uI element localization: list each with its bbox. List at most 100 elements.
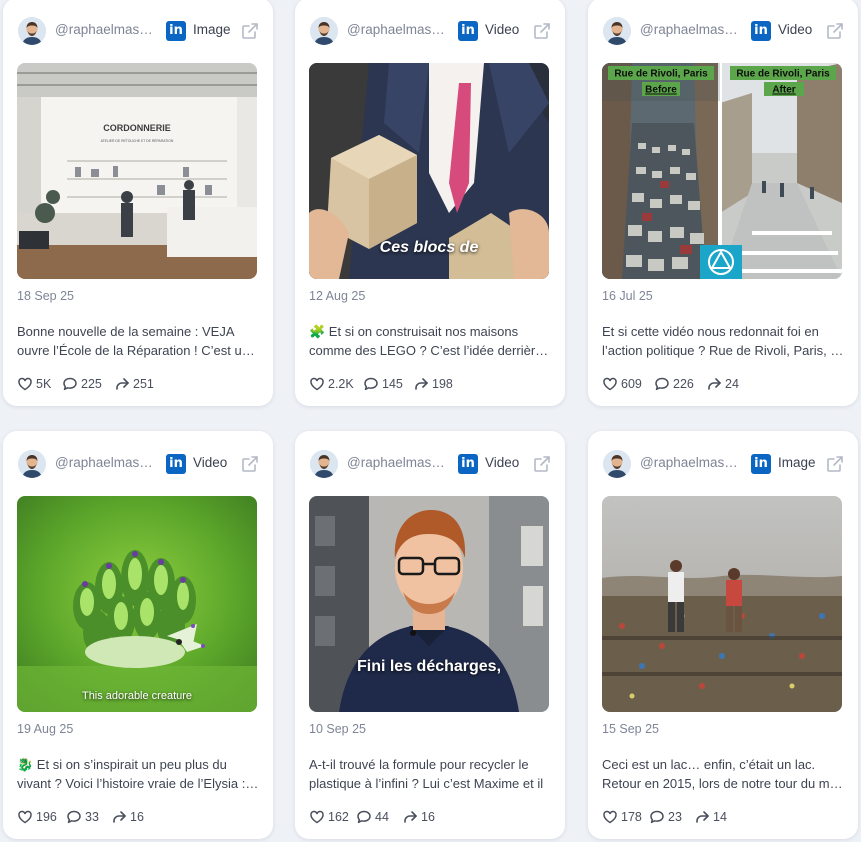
external-link-icon[interactable] bbox=[825, 454, 845, 474]
avatar[interactable] bbox=[603, 17, 631, 45]
post-text-line: Ceci est un lac… enfin, c’était un lac. bbox=[602, 757, 816, 772]
author-handle[interactable]: @raphaelmassardier bbox=[55, 455, 159, 470]
comment-icon bbox=[67, 810, 81, 824]
avatar[interactable] bbox=[310, 17, 338, 45]
external-link-icon[interactable] bbox=[532, 454, 552, 474]
post-text[interactable]: 🐉 Et si on s’inspirait un peu plus du vi… bbox=[17, 755, 259, 793]
likes-count: 2.2K bbox=[328, 377, 354, 391]
share-icon bbox=[415, 378, 428, 390]
post-date: 10 Sep 25 bbox=[309, 722, 366, 736]
shop-subsign: ATELIER DE RETOUCHE ET DE RÉPARATION bbox=[101, 138, 174, 143]
linkedin-icon: in bbox=[751, 21, 771, 41]
comment-icon bbox=[357, 810, 371, 824]
post-header: @raphaelmassardier in Video bbox=[603, 16, 845, 46]
after-tag: After bbox=[772, 85, 795, 96]
avatar[interactable] bbox=[18, 450, 46, 478]
post-text-line: Et si cette vidéo nous redonnait foi en bbox=[602, 324, 819, 339]
post-text[interactable]: 🧩 Et si on construisait nos maisons comm… bbox=[309, 322, 551, 360]
post-text-line: A-t-il trouvé la formule pour recycler l… bbox=[309, 757, 529, 772]
post-media[interactable]: Rue de Rivoli, Paris Before Rue de Rivol… bbox=[602, 63, 842, 279]
post-date: 12 Aug 25 bbox=[309, 289, 366, 303]
post-header: @raphaelmassardier in Video bbox=[310, 16, 552, 46]
post-type: Video bbox=[485, 22, 520, 37]
post-header: @raphaelmassardier in Video bbox=[310, 449, 552, 479]
video-caption: Ces blocs de bbox=[379, 239, 479, 256]
linkedin-icon: in bbox=[458, 21, 478, 41]
post-type: Image bbox=[778, 455, 816, 470]
post-text[interactable]: Bonne nouvelle de la semaine : VEJA ouvr… bbox=[17, 322, 259, 360]
shares-count: 16 bbox=[130, 810, 144, 824]
post-media[interactable]: CORDONNERIE ATELIER DE RETOUCHE ET DE RÉ… bbox=[17, 63, 257, 279]
post-card[interactable]: @raphaelmassardier in Image bbox=[3, 0, 273, 406]
posts-grid: @raphaelmassardier in Image bbox=[0, 0, 861, 842]
likes-count: 178 bbox=[621, 810, 642, 824]
likes-count: 609 bbox=[621, 377, 642, 391]
post-header: @raphaelmassardier in Image bbox=[18, 16, 260, 46]
author-handle[interactable]: @raphaelmassardier bbox=[640, 22, 744, 37]
shares-count: 16 bbox=[421, 810, 435, 824]
comments-count: 23 bbox=[668, 810, 682, 824]
post-text-line: comme des LEGO ? C’est l’idée derrière l… bbox=[309, 343, 551, 358]
avatar[interactable] bbox=[18, 17, 46, 45]
comment-icon bbox=[63, 377, 77, 391]
post-media[interactable]: Ces blocs de bbox=[309, 63, 549, 279]
comments-count: 44 bbox=[375, 810, 389, 824]
likes-count: 162 bbox=[328, 810, 349, 824]
post-media[interactable] bbox=[602, 496, 842, 712]
external-link-icon[interactable] bbox=[240, 21, 260, 41]
post-media[interactable]: This adorable creature bbox=[17, 496, 257, 712]
post-header: @raphaelmassardier in Image bbox=[603, 449, 845, 479]
heart-icon bbox=[18, 377, 32, 391]
post-card[interactable]: @raphaelmassardier in Image bbox=[588, 431, 858, 839]
author-handle[interactable]: @raphaelmassardier bbox=[55, 22, 159, 37]
avatar[interactable] bbox=[603, 450, 631, 478]
comment-icon bbox=[650, 810, 664, 824]
heart-icon bbox=[18, 810, 32, 824]
heart-icon bbox=[603, 377, 617, 391]
post-text[interactable]: Ceci est un lac… enfin, c’était un lac. … bbox=[602, 755, 844, 793]
external-link-icon[interactable] bbox=[825, 21, 845, 41]
post-card[interactable]: @raphaelmassardier in Video bbox=[588, 0, 858, 406]
comments-count: 225 bbox=[81, 377, 102, 391]
heart-icon bbox=[310, 810, 324, 824]
heart-icon bbox=[603, 810, 617, 824]
comment-icon bbox=[364, 377, 378, 391]
comment-icon bbox=[655, 377, 669, 391]
shop-sign: CORDONNERIE bbox=[103, 123, 171, 133]
post-header: @raphaelmassardier in Video bbox=[18, 449, 260, 479]
post-card[interactable]: @raphaelmassardier in Video bbox=[295, 431, 565, 839]
comments-count: 145 bbox=[382, 377, 403, 391]
post-text-line: plastique à l’infini ? Lui c’est Maxime … bbox=[309, 776, 544, 791]
heart-icon bbox=[310, 377, 324, 391]
post-card[interactable]: @raphaelmassardier in Video bbox=[295, 0, 565, 406]
post-type: Video bbox=[193, 455, 228, 470]
avatar[interactable] bbox=[310, 450, 338, 478]
post-media[interactable]: Fini les décharges, bbox=[309, 496, 549, 712]
post-type: Image bbox=[193, 22, 231, 37]
post-text-line: 🧩 Et si on construisait nos maisons bbox=[309, 324, 519, 339]
share-icon bbox=[116, 378, 129, 390]
author-handle[interactable]: @raphaelmassardier bbox=[347, 455, 451, 470]
comments-count: 33 bbox=[85, 810, 99, 824]
post-text-line: Bonne nouvelle de la semaine : VEJA bbox=[17, 324, 235, 339]
linkedin-icon: in bbox=[166, 21, 186, 41]
shares-count: 14 bbox=[713, 810, 727, 824]
post-text[interactable]: A-t-il trouvé la formule pour recycler l… bbox=[309, 755, 551, 793]
share-icon bbox=[708, 378, 721, 390]
post-type: Video bbox=[778, 22, 813, 37]
author-handle[interactable]: @raphaelmassardier bbox=[640, 455, 744, 470]
author-handle[interactable]: @raphaelmassardier bbox=[347, 22, 451, 37]
after-label: Rue de Rivoli, Paris bbox=[736, 69, 830, 80]
before-tag: Before bbox=[645, 85, 677, 96]
post-date: 19 Aug 25 bbox=[17, 722, 74, 736]
post-card[interactable]: @raphaelmassardier in Video bbox=[3, 431, 273, 839]
likes-count: 196 bbox=[36, 810, 57, 824]
post-text[interactable]: Et si cette vidéo nous redonnait foi en … bbox=[602, 322, 844, 360]
likes-count: 5K bbox=[36, 377, 52, 391]
external-link-icon[interactable] bbox=[532, 21, 552, 41]
linkedin-icon: in bbox=[751, 454, 771, 474]
video-caption: Fini les décharges, bbox=[356, 658, 502, 675]
share-icon bbox=[696, 811, 709, 823]
external-link-icon[interactable] bbox=[240, 454, 260, 474]
before-label: Rue de Rivoli, Paris bbox=[614, 69, 708, 80]
